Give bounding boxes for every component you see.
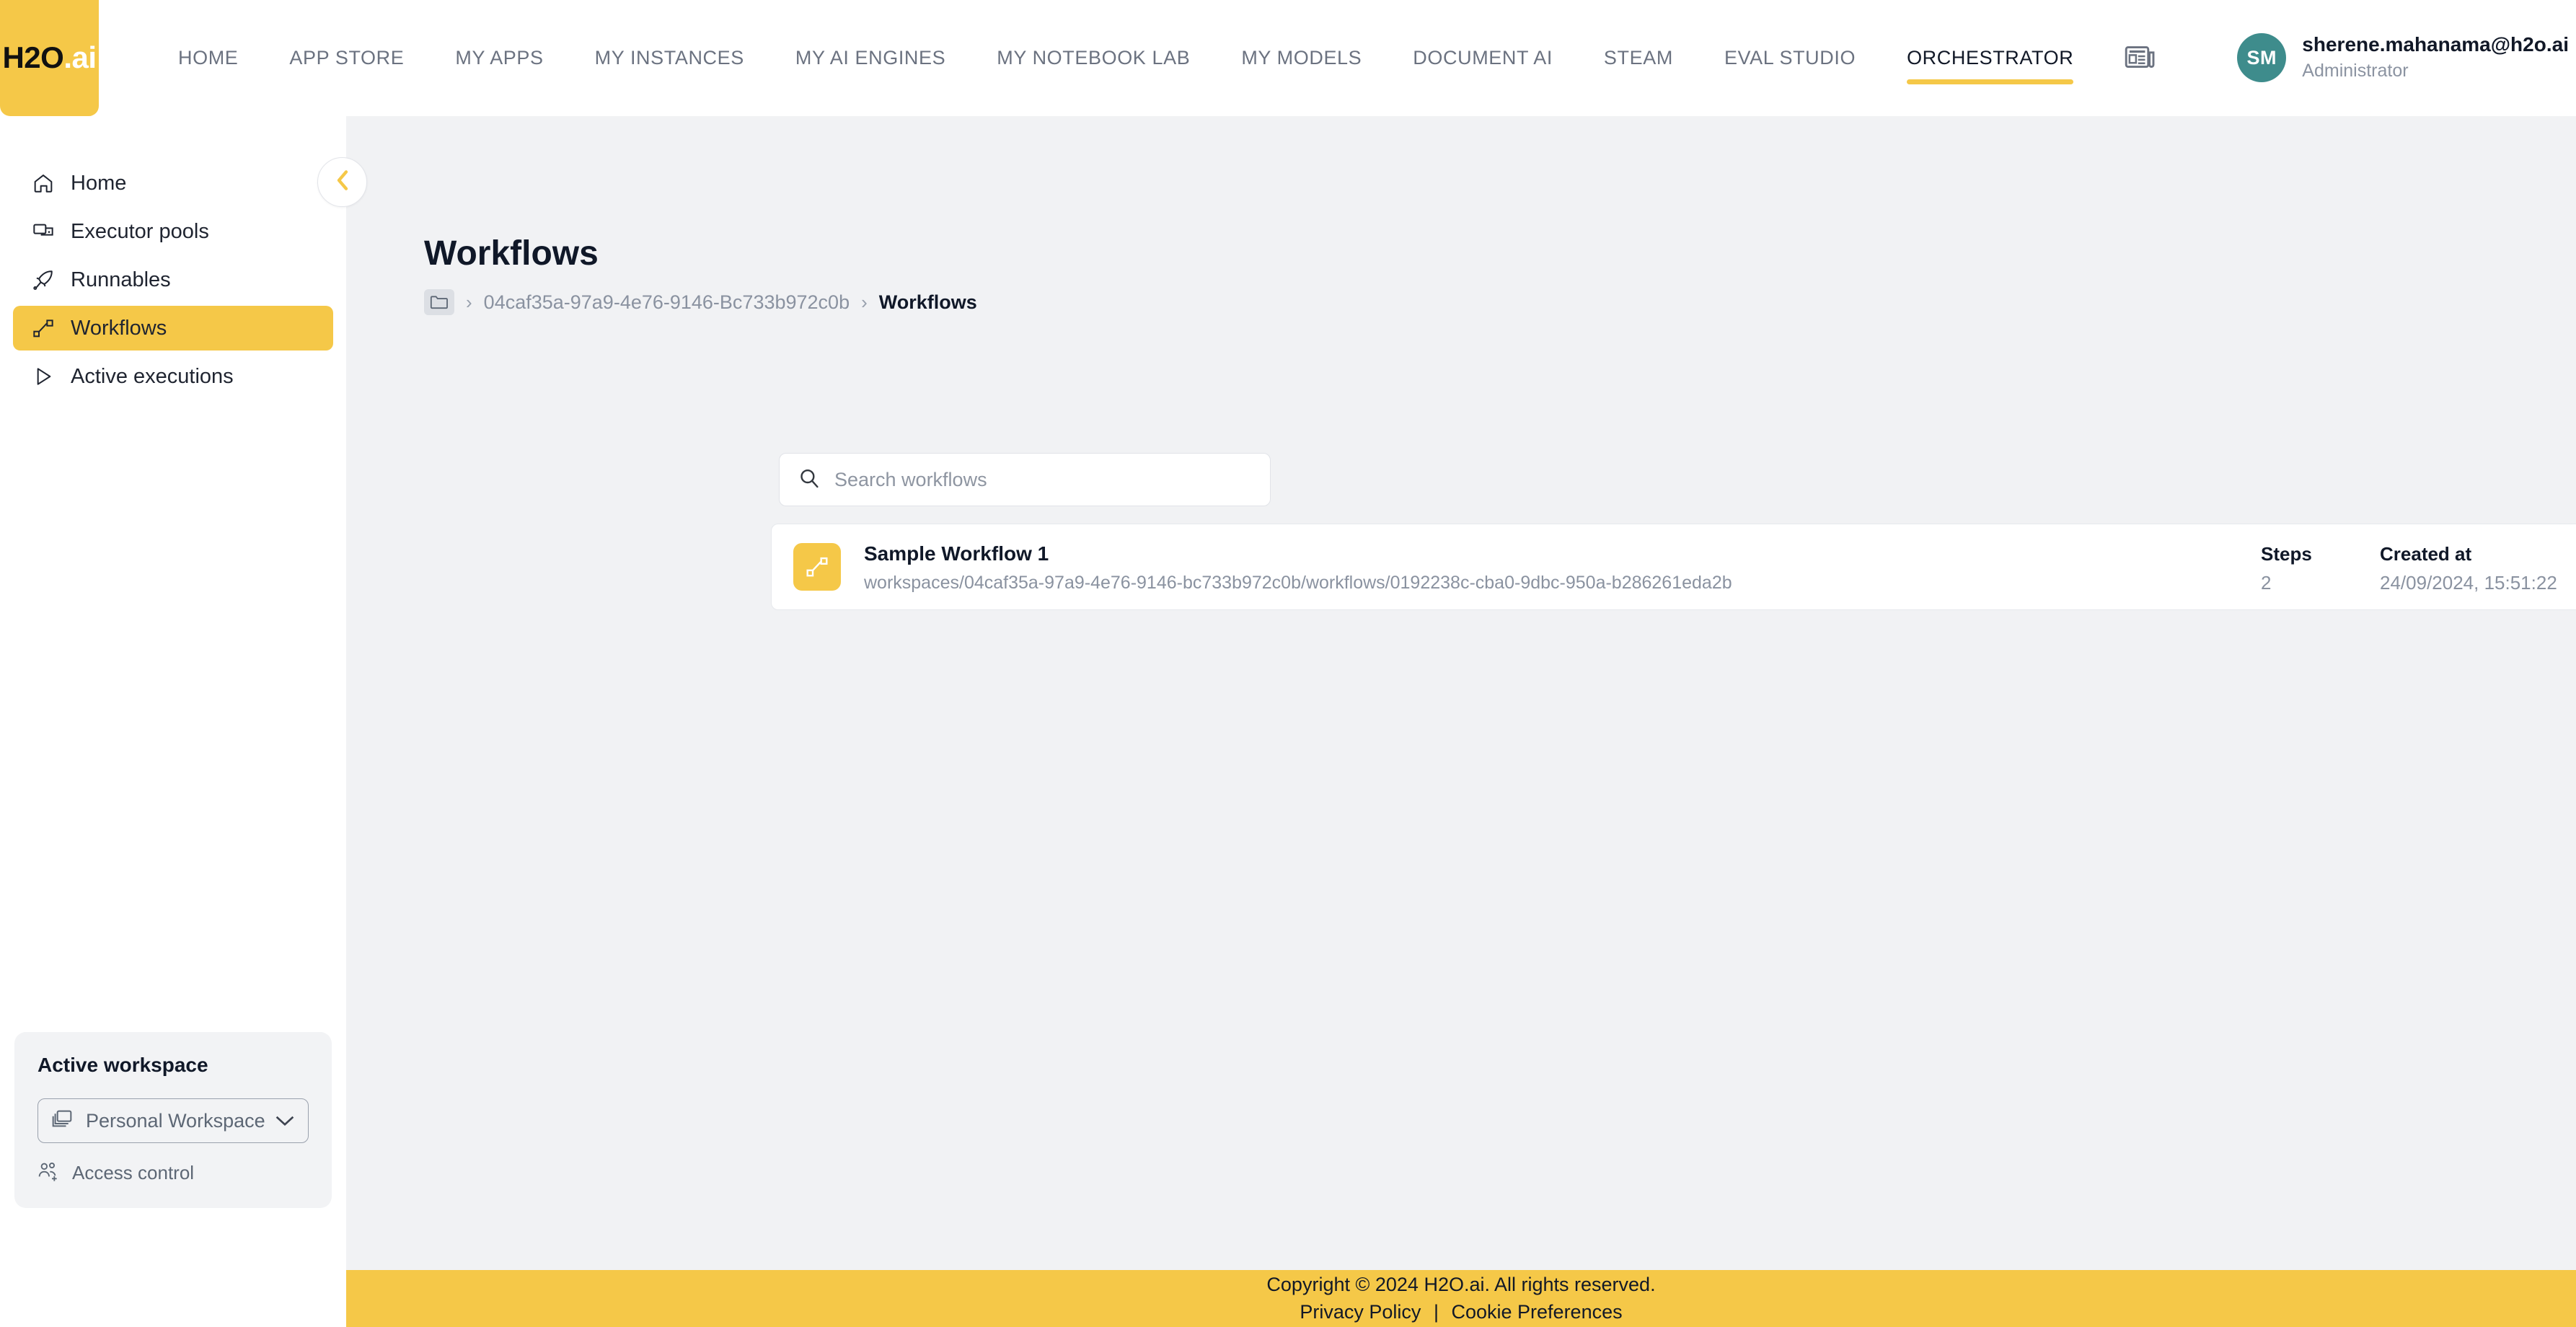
search-workflows-box[interactable] [779,453,1271,506]
nav-item-steam[interactable]: STEAM [1604,0,1673,116]
breadcrumb-separator-2: › [861,291,868,313]
sidebar-item-label-workflows: Workflows [71,316,167,340]
active-workspace-title: Active workspace [38,1054,208,1076]
top-navigation-bar: H2O .ai HOME APP STORE MY APPS MY INSTANC… [0,0,2576,116]
users-add-icon [38,1160,61,1186]
h2o-logo[interactable]: H2O .ai [0,0,99,116]
workflow-name: Sample Workflow 1 [864,542,1049,565]
nav-links: HOME APP STORE MY APPS MY INSTANCES MY A… [178,0,2125,116]
nav-item-document-ai[interactable]: DOCUMENT AI [1413,0,1553,116]
sidebar-item-workflows[interactable]: Workflows [13,306,333,351]
cookie-preferences-link[interactable]: Cookie Preferences [1451,1301,1622,1323]
column-header-steps: Steps [2261,543,2312,565]
user-info: sherene.mahanama@h2o.ai Administrator [2302,32,2569,83]
sidebar-item-label-active-executions: Active executions [71,364,234,388]
logo-text: H2O [2,40,64,74]
workspace-select[interactable]: Personal Workspace [38,1098,309,1143]
privacy-policy-link[interactable]: Privacy Policy [1300,1301,1421,1323]
app-root: H2O .ai HOME APP STORE MY APPS MY INSTANC… [0,0,2576,1327]
main-content: Workflows › 04caf35a-97a9-4e76-9146-Bc73… [346,116,2576,1270]
chevron-down-icon[interactable] [275,1114,295,1127]
logo-text-suffix: .ai [63,40,97,74]
breadcrumb: › 04caf35a-97a9-4e76-9146-Bc733b972c0b ›… [424,289,977,315]
executor-pools-icon [32,220,65,243]
sidebar-item-active-executions[interactable]: Active executions [13,354,333,399]
play-icon [32,365,65,388]
page-title: Workflows [424,234,599,273]
active-workspace-card: Active workspace Personal Workspace Acce… [14,1032,332,1208]
nav-item-my-ai-engines[interactable]: MY AI ENGINES [795,0,945,116]
user-role: Administrator [2302,61,2409,81]
workspace-select-value: Personal Workspace [86,1109,265,1132]
sidebar-item-label-runnables: Runnables [71,268,171,291]
access-control-link[interactable]: Access control [38,1160,309,1186]
workflow-text-block: Sample Workflow 1 workspaces/04caf35a-97… [864,541,1732,594]
avatar[interactable]: SM [2237,33,2287,82]
rocket-icon [32,268,65,291]
workflow-icon [793,543,841,591]
footer-copyright: Copyright © 2024 H2O.ai. All rights rese… [1266,1273,1656,1295]
nav-item-home[interactable]: HOME [178,0,238,116]
search-icon [798,467,820,493]
sidebar-item-runnables[interactable]: Runnables [13,257,333,302]
footer-divider: | [1433,1301,1439,1323]
nav-right-cluster: SM sherene.mahanama@h2o.ai Administrator [2125,32,2576,83]
sidebar-collapse-button[interactable] [317,157,367,207]
nav-item-my-notebook-lab[interactable]: MY NOTEBOOK LAB [997,0,1190,116]
chevron-left-icon [333,169,352,195]
cell-steps: 2 [2261,572,2272,594]
column-header-created-at: Created at [2380,543,2472,565]
breadcrumb-current: Workflows [878,291,977,313]
footer-links: Privacy Policy | Cookie Preferences [1300,1300,1622,1325]
search-input[interactable] [834,468,1238,491]
cell-created-at: 24/09/2024, 15:51:22 [2380,572,2557,594]
nav-item-orchestrator[interactable]: ORCHESTRATOR [1907,0,2074,116]
column-created-at: Created at 24/09/2024, 15:51:22 [2380,543,2557,594]
nav-item-app-store[interactable]: APP STORE [289,0,404,116]
column-steps: Steps 2 [2261,543,2312,594]
sidebar-item-home[interactable]: Home [13,161,333,206]
breadcrumb-workspace-id[interactable]: 04caf35a-97a9-4e76-9146-Bc733b972c0b [484,291,850,314]
sidebar-item-label-executor-pools: Executor pools [71,219,209,243]
nav-item-my-instances[interactable]: MY INSTANCES [595,0,744,116]
sidebar-item-executor-pools[interactable]: Executor pools [13,209,333,254]
footer: Copyright © 2024 H2O.ai. All rights rese… [346,1270,2576,1327]
sidebar-item-label-home: Home [71,171,127,195]
access-control-label: Access control [72,1162,195,1183]
folder-icon[interactable] [424,289,454,315]
table-row[interactable]: Sample Workflow 1 workspaces/04caf35a-97… [771,524,2576,610]
layers-icon [51,1108,74,1134]
nav-item-eval-studio[interactable]: EVAL STUDIO [1724,0,1856,116]
workflow-icon [32,317,65,340]
breadcrumb-separator-1: › [466,291,472,313]
nav-item-my-apps[interactable]: MY APPS [455,0,543,116]
newspaper-icon[interactable] [2125,45,2156,71]
workflow-path: workspaces/04caf35a-97a9-4e76-9146-bc733… [864,572,1732,593]
user-email: sherene.mahanama@h2o.ai [2302,33,2569,56]
sidebar: Home Executor pools Runnables Workflows … [0,116,346,1327]
home-icon [32,172,65,195]
nav-item-my-models[interactable]: MY MODELS [1241,0,1362,116]
